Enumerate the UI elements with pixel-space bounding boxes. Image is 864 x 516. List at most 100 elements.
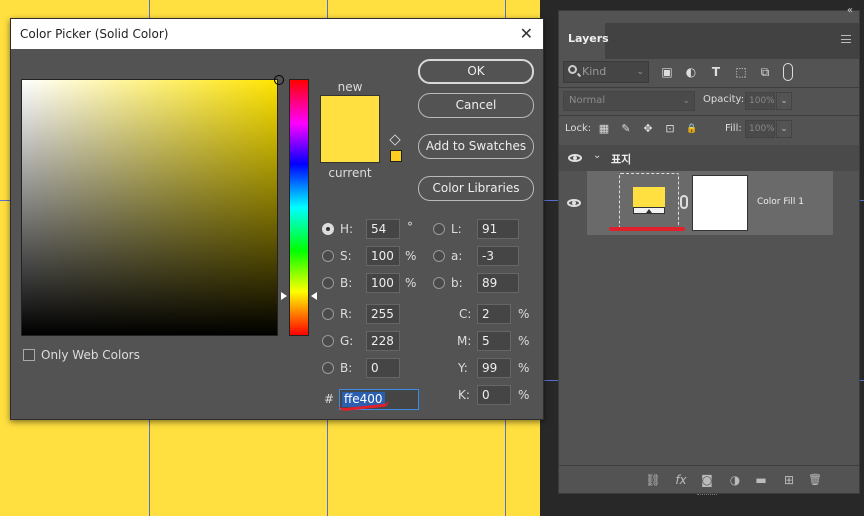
opacity-dropdown-icon[interactable]: ⌄ xyxy=(776,92,792,110)
layer-mask-thumbnail[interactable] xyxy=(692,175,748,231)
type-filter-icon[interactable]: T xyxy=(708,64,724,80)
new-layer-icon[interactable]: ⊞ xyxy=(781,472,797,488)
s-unit: % xyxy=(405,249,417,263)
k-field[interactable]: 0 xyxy=(477,385,511,405)
hue-slider[interactable] xyxy=(289,79,309,336)
shape-filter-icon[interactable]: ⬚ xyxy=(733,64,749,80)
adjustment-layer-icon[interactable]: ◑ xyxy=(727,472,743,488)
lock-move-icon[interactable]: ✥ xyxy=(641,122,655,136)
fill-layer-thumbnail[interactable] xyxy=(619,173,679,229)
opacity-field[interactable]: 100% xyxy=(745,92,775,110)
pixel-filter-icon[interactable]: ▣ xyxy=(659,64,675,80)
r-radio[interactable] xyxy=(322,308,334,320)
fill-layer-indicator-icon xyxy=(633,207,665,214)
blue-field[interactable]: 0 xyxy=(366,358,400,378)
h-radio[interactable] xyxy=(322,223,334,235)
l-radio[interactable] xyxy=(433,223,445,235)
panel-menu-icon[interactable] xyxy=(841,35,851,43)
r-field[interactable]: 255 xyxy=(366,304,400,324)
visibility-eye-icon[interactable] xyxy=(567,199,581,207)
only-web-colors-checkbox[interactable] xyxy=(23,349,35,361)
divider xyxy=(559,115,859,116)
fill-field[interactable]: 100% xyxy=(745,120,775,138)
lock-artboard-icon[interactable]: ⊡ xyxy=(663,122,677,136)
layer-visibility-cell[interactable] xyxy=(559,171,587,235)
h-field[interactable]: 54 xyxy=(366,219,400,239)
chevron-down-icon[interactable]: ⌄ xyxy=(593,150,601,161)
g-field[interactable]: 228 xyxy=(366,331,400,351)
b-radio[interactable] xyxy=(322,277,334,289)
layer-row-color-fill[interactable]: Color Fill 1 xyxy=(559,171,833,235)
chevron-down-icon: ⌄ xyxy=(682,96,690,106)
new-group-folder-icon[interactable]: ▬ xyxy=(753,472,769,488)
out-of-gamut-cube-icon[interactable] xyxy=(389,134,401,146)
g-radio[interactable] xyxy=(322,335,334,347)
lab-b-field[interactable]: 89 xyxy=(477,273,519,293)
new-current-color-swatch[interactable] xyxy=(320,95,380,163)
m-field[interactable]: 5 xyxy=(477,331,511,351)
y-unit: % xyxy=(518,361,530,375)
adjustment-filter-icon[interactable]: ◐ xyxy=(683,64,699,80)
b-field[interactable]: 100 xyxy=(366,273,400,293)
hex-label: # xyxy=(324,392,335,406)
layer-filter-row: Kind ⌄ ▣ ◐ T ⬚ ⧉ xyxy=(563,61,859,85)
lab-b-radio[interactable] xyxy=(433,277,445,289)
link-layers-icon[interactable]: ⛓ xyxy=(645,472,661,488)
fill-dropdown-icon[interactable]: ⌄ xyxy=(776,120,792,138)
a-field[interactable]: -3 xyxy=(477,246,519,266)
link-chain-icon[interactable] xyxy=(680,195,688,209)
layer-group-row[interactable]: ⌄ 표지 xyxy=(559,145,859,171)
filter-kind-select[interactable]: Kind ⌄ xyxy=(563,61,649,83)
lock-all-icon[interactable]: 🔒 xyxy=(685,122,699,136)
color-libraries-button[interactable]: Color Libraries xyxy=(418,176,534,201)
cancel-button[interactable]: Cancel xyxy=(418,93,534,118)
lock-label: Lock: xyxy=(565,123,592,134)
y-field[interactable]: 99 xyxy=(477,358,511,378)
gamut-warning-swatch[interactable] xyxy=(390,150,402,162)
s-radio[interactable] xyxy=(322,250,334,262)
ok-button[interactable]: OK xyxy=(418,59,534,84)
only-web-colors-label[interactable]: Only Web Colors xyxy=(41,348,140,362)
fx-icon[interactable]: fx xyxy=(673,472,689,488)
saturation-brightness-field[interactable] xyxy=(21,75,284,336)
trash-icon[interactable]: 🗑 xyxy=(807,472,823,488)
l-field[interactable]: 91 xyxy=(477,219,519,239)
color-picker-dialog: Color Picker (Solid Color) ✕ new current… xyxy=(10,18,544,420)
a-radio[interactable] xyxy=(433,250,445,262)
blend-mode-select[interactable]: Normal ⌄ xyxy=(563,91,695,111)
filter-kind-label: Kind xyxy=(582,65,607,78)
resize-grip[interactable] xyxy=(697,494,717,497)
close-icon[interactable]: ✕ xyxy=(520,24,533,43)
lock-brush-icon[interactable]: ✎ xyxy=(619,122,633,136)
a-label: a: xyxy=(451,249,463,263)
lock-transparent-icon[interactable]: ▦ xyxy=(597,122,611,136)
c-label: C: xyxy=(459,307,472,321)
blue-radio[interactable] xyxy=(322,362,334,374)
c-field[interactable]: 2 xyxy=(477,304,511,324)
y-label: Y: xyxy=(458,361,468,375)
blend-row: Normal ⌄ Opacity: 100% ⌄ xyxy=(563,91,859,113)
filter-toggle[interactable] xyxy=(783,63,793,81)
fill-color-swatch xyxy=(633,187,665,207)
s-label: S: xyxy=(340,249,352,263)
smart-object-filter-icon[interactable]: ⧉ xyxy=(757,64,773,80)
layers-footer-toolbar: ⛓ fx ◙ ◑ ▬ ⊞ 🗑 xyxy=(559,467,859,495)
panel-tab-bar: Layers xyxy=(559,23,859,59)
s-field[interactable]: 100 xyxy=(366,246,400,266)
blue-label: B: xyxy=(340,361,353,375)
h-label: H: xyxy=(340,222,354,236)
m-label: M: xyxy=(457,334,472,348)
search-icon xyxy=(568,65,577,74)
hue-slider-handle-right[interactable] xyxy=(311,292,317,300)
visibility-eye-icon[interactable] xyxy=(568,154,582,162)
layer-name[interactable]: Color Fill 1 xyxy=(757,197,804,207)
add-mask-icon[interactable]: ◙ xyxy=(699,472,715,488)
hue-slider-handle-left[interactable] xyxy=(281,292,287,300)
r-label: R: xyxy=(340,307,353,321)
color-cursor[interactable] xyxy=(274,75,284,85)
collapse-panel-icon[interactable]: « xyxy=(847,5,853,16)
new-color-label: new xyxy=(337,80,363,94)
tab-layers[interactable]: Layers xyxy=(559,23,609,59)
add-to-swatches-button[interactable]: Add to Swatches xyxy=(418,134,534,159)
dialog-titlebar[interactable]: Color Picker (Solid Color) ✕ xyxy=(11,19,543,49)
